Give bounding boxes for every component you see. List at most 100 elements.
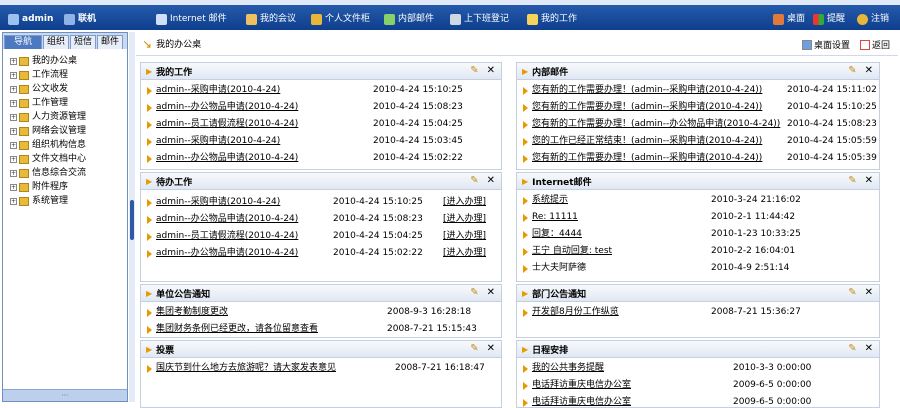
item-link[interactable]: admin--员工请假流程(2010-4-24)	[156, 228, 298, 245]
file-cabinet-link[interactable]: 个人文件柜	[311, 12, 370, 26]
item-link[interactable]: admin--办公物品申请(2010-4-24)	[156, 150, 298, 167]
list-item[interactable]: 系统提示 2010-3-24 21:16:02	[517, 192, 879, 209]
list-item[interactable]: 国庆节到什么地方去旅游呢？请大家发表意见 2008-7-21 16:18:47	[141, 360, 501, 377]
close-icon[interactable]: ✕	[487, 175, 495, 186]
list-item[interactable]: 集团考勤制度更改 2008-9-3 16:28:18	[141, 304, 501, 321]
list-item[interactable]: admin--办公物品申请(2010-4-24) 2010-4-24 15:02:…	[141, 150, 501, 167]
list-item[interactable]: admin--办公物品申请(2010-4-24) 2010-4-24 15:08:…	[141, 99, 501, 116]
list-item[interactable]: 集团财务条例已经更改，请各位留意查看 2008-7-21 15:15:43	[141, 321, 501, 338]
tab-sms[interactable]: 短信	[70, 35, 97, 49]
tree-item-info-exchange[interactable]: + 信息综合交流	[10, 166, 127, 180]
logout-link[interactable]: 注销	[857, 12, 889, 26]
online-status[interactable]: 联机	[64, 12, 96, 26]
close-icon[interactable]: ✕	[487, 65, 495, 76]
expand-icon[interactable]: +	[10, 197, 17, 205]
item-link[interactable]: 士大夫阿萨德	[532, 260, 586, 277]
tree-item-meetings[interactable]: + 网络会议管理	[10, 124, 127, 138]
expand-icon[interactable]: +	[10, 57, 17, 65]
edit-icon[interactable]: ✎	[848, 287, 856, 298]
list-item[interactable]: 开发部8月份工作纵览 2008-7-21 15:36:27	[517, 304, 879, 321]
expand-icon[interactable]: +	[10, 127, 17, 135]
list-item[interactable]: 您的工作已经正常结束！(admin--采购申请(2010-4-24)) 2010-…	[517, 133, 879, 150]
close-icon[interactable]: ✕	[865, 287, 873, 298]
expand-icon[interactable]: +	[10, 183, 17, 191]
handle-button[interactable]: [进入办理]	[443, 228, 486, 245]
edit-icon[interactable]: ✎	[848, 343, 856, 354]
edit-icon[interactable]: ✎	[848, 175, 856, 186]
close-icon[interactable]: ✕	[865, 343, 873, 354]
item-link[interactable]: 国庆节到什么地方去旅游呢？请大家发表意见	[156, 360, 336, 377]
list-item[interactable]: admin--采购申请(2010-4-24) 2010-4-24 15:03:45	[141, 133, 501, 150]
item-link[interactable]: 集团财务条例已经更改，请各位留意查看	[156, 321, 318, 338]
close-icon[interactable]: ✕	[487, 343, 495, 354]
edit-icon[interactable]: ✎	[470, 343, 478, 354]
item-link[interactable]: admin--办公物品申请(2010-4-24)	[156, 99, 298, 116]
panel-splitter[interactable]	[129, 32, 135, 402]
expand-icon[interactable]: +	[10, 155, 17, 163]
my-meeting-link[interactable]: 我的会议	[246, 12, 296, 26]
list-item[interactable]: 王宁 自动回复: test 2010-2-2 16:04:01	[517, 243, 879, 260]
handle-button[interactable]: [进入办理]	[443, 194, 486, 211]
list-item[interactable]: 回复：4444 2010-1-23 10:33:25	[517, 226, 879, 243]
item-link[interactable]: admin--采购申请(2010-4-24)	[156, 194, 280, 211]
handle-button[interactable]: [进入办理]	[443, 211, 486, 228]
my-work-link[interactable]: 我的工作	[527, 12, 577, 26]
item-link[interactable]: 您有新的工作需要办理！(admin--采购申请(2010-4-24))	[532, 150, 762, 167]
splitter-grip[interactable]	[130, 200, 134, 240]
item-link[interactable]: 王宁 自动回复: test	[532, 243, 612, 260]
item-link[interactable]: admin--采购申请(2010-4-24)	[156, 133, 280, 150]
list-item[interactable]: admin--办公物品申请(2010-4-24) 2010-4-24 15:08:…	[141, 211, 501, 228]
attendance-link[interactable]: 上下班登记	[450, 12, 509, 26]
expand-icon[interactable]: +	[10, 85, 17, 93]
item-link[interactable]: 您有新的工作需要办理！(admin--采购申请(2010-4-24))	[532, 99, 762, 116]
close-icon[interactable]: ✕	[865, 65, 873, 76]
list-item[interactable]: 我的公共事务提醒 2010-3-3 0:00:00	[517, 360, 879, 377]
list-item[interactable]: admin--采购申请(2010-4-24) 2010-4-24 15:10:25	[141, 82, 501, 99]
expand-icon[interactable]: +	[10, 71, 17, 79]
list-item[interactable]: Re: 11111 2010-2-1 11:44:42	[517, 209, 879, 226]
list-item[interactable]: 士大夫阿萨德 2010-4-9 2:51:14	[517, 260, 879, 277]
expand-icon[interactable]: +	[10, 169, 17, 177]
list-item[interactable]: 电话拜访重庆电信办公室 2009-6-5 0:00:00	[517, 394, 879, 407]
tree-item-documents[interactable]: + 公文收发	[10, 82, 127, 96]
expand-icon[interactable]: +	[10, 99, 17, 107]
expand-icon[interactable]: +	[10, 113, 17, 121]
expand-icon[interactable]: +	[10, 141, 17, 149]
item-link[interactable]: admin--办公物品申请(2010-4-24)	[156, 211, 298, 228]
edit-icon[interactable]: ✎	[470, 287, 478, 298]
desktop-link[interactable]: 桌面	[773, 12, 805, 26]
item-link[interactable]: 电话拜访重庆电信办公室	[532, 377, 631, 394]
close-icon[interactable]: ✕	[487, 287, 495, 298]
item-link[interactable]: 我的公共事务提醒	[532, 360, 604, 377]
edit-icon[interactable]: ✎	[470, 175, 478, 186]
tree-item-work-management[interactable]: + 工作管理	[10, 96, 127, 110]
tree-item-file-center[interactable]: + 文件文档中心	[10, 152, 127, 166]
item-link[interactable]: 您有新的工作需要办理！(admin--办公物品申请(2010-4-24))	[532, 116, 780, 133]
tree-item-workflow[interactable]: + 工作流程	[10, 68, 127, 82]
tree-item-hr[interactable]: + 人力资源管理	[10, 110, 127, 124]
tab-org[interactable]: 组织	[43, 35, 70, 49]
list-item[interactable]: admin--采购申请(2010-4-24) 2010-4-24 15:10:25…	[141, 194, 501, 211]
list-item[interactable]: 电话拜访重庆电信办公室 2009-6-5 0:00:00	[517, 377, 879, 394]
item-link[interactable]: admin--采购申请(2010-4-24)	[156, 82, 280, 99]
edit-icon[interactable]: ✎	[848, 65, 856, 76]
tab-nav[interactable]: 导航	[4, 35, 43, 49]
tree-item-organization[interactable]: + 组织机构信息	[10, 138, 127, 152]
handle-button[interactable]: [进入办理]	[443, 245, 486, 262]
item-link[interactable]: 系统提示	[532, 192, 568, 209]
item-link[interactable]: admin--员工请假流程(2010-4-24)	[156, 116, 298, 133]
tree-item-attachments[interactable]: + 附件程序	[10, 180, 127, 194]
internet-mail-link[interactable]: Internet 邮件	[156, 12, 227, 26]
internal-mail-link[interactable]: 内部邮件	[384, 12, 434, 26]
item-link[interactable]: admin--办公物品申请(2010-4-24)	[156, 245, 298, 262]
edit-icon[interactable]: ✎	[470, 65, 478, 76]
close-icon[interactable]: ✕	[865, 175, 873, 186]
list-item[interactable]: 您有新的工作需要办理！(admin--采购申请(2010-4-24)) 2010-…	[517, 99, 879, 116]
list-item[interactable]: 您有新的工作需要办理！(admin--采购申请(2010-4-24)) 2010-…	[517, 150, 879, 167]
tab-mail[interactable]: 邮件	[97, 35, 124, 49]
desk-settings-button[interactable]: 桌面设置	[801, 38, 850, 51]
item-link[interactable]: 集团考勤制度更改	[156, 304, 228, 321]
list-item[interactable]: admin--办公物品申请(2010-4-24) 2010-4-24 15:02:…	[141, 245, 501, 262]
list-item[interactable]: 您有新的工作需要办理！(admin--办公物品申请(2010-4-24)) 201…	[517, 116, 879, 133]
item-link[interactable]: 您有新的工作需要办理！(admin--采购申请(2010-4-24))	[532, 82, 762, 99]
